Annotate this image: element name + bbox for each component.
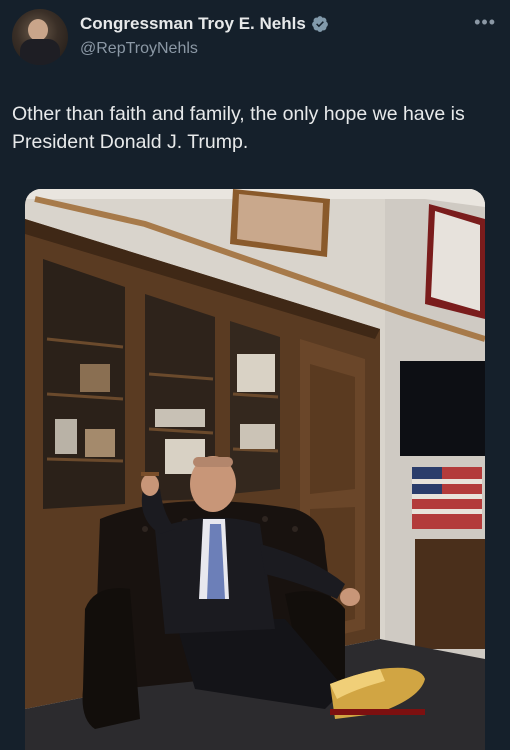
author-display-name[interactable]: Congressman Troy E. Nehls	[80, 14, 306, 34]
tweet-text: Other than faith and family, the only ho…	[12, 103, 465, 153]
tweet-photo[interactable]	[25, 189, 485, 750]
avatar[interactable]	[12, 9, 68, 65]
verified-badge-icon	[311, 16, 328, 32]
author-handle[interactable]: @RepTroyNehls	[80, 40, 198, 58]
tweet-header: Congressman Troy E. Nehls @RepTroyNehls …	[0, 0, 510, 80]
author-name-row: Congressman Troy E. Nehls	[80, 14, 329, 34]
more-options-icon[interactable]: •••	[474, 12, 496, 33]
office-photo	[25, 189, 485, 750]
